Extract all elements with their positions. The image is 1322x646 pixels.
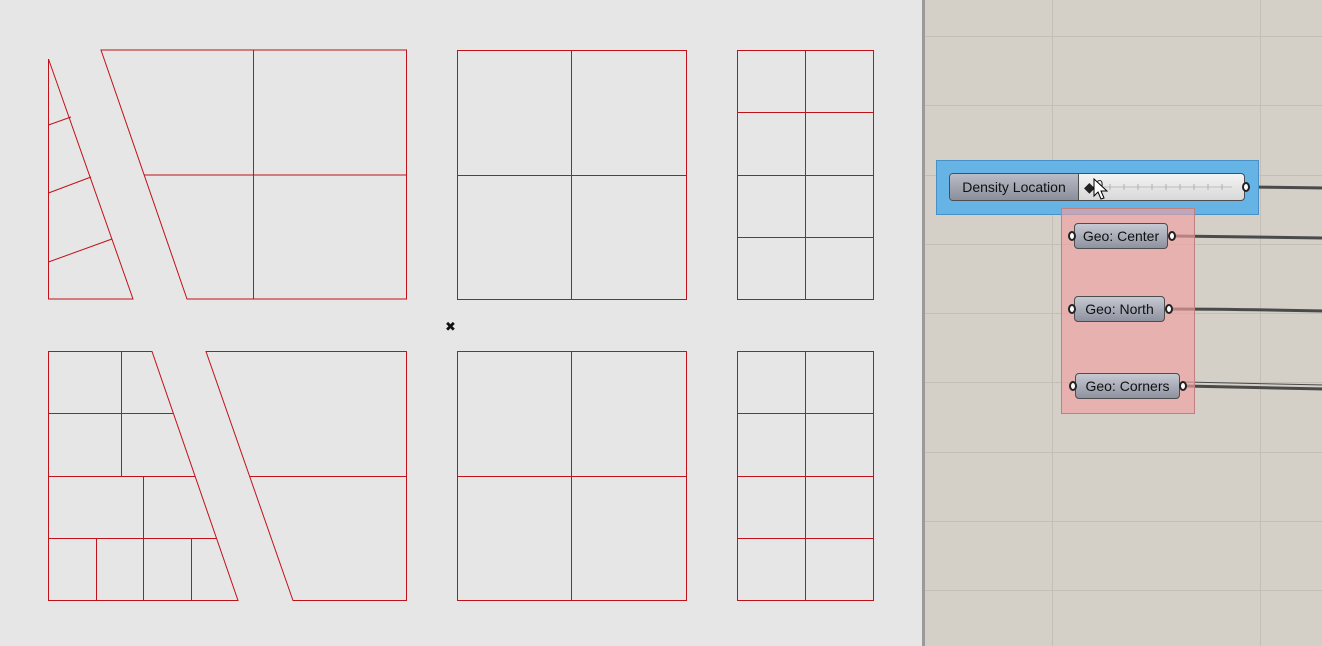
geo-corners-input-port[interactable]	[1069, 381, 1077, 391]
top-right-plot	[737, 50, 874, 300]
top-middle-plot	[457, 50, 687, 300]
param-geo-center[interactable]: Geo: Center	[1074, 223, 1168, 249]
bottom-middle-plot	[457, 351, 687, 601]
top-left-plot	[48, 49, 407, 300]
bottom-left-plot	[48, 351, 407, 601]
param-geo-north[interactable]: Geo: North	[1074, 296, 1165, 322]
wire-center-out	[1173, 234, 1322, 240]
bottom-right-plot	[737, 351, 874, 601]
geo-center-output-port[interactable]	[1168, 231, 1176, 241]
wire-corners-out	[1184, 384, 1322, 391]
rhino-viewport[interactable]: ✖	[0, 0, 922, 646]
geo-north-input-port[interactable]	[1068, 304, 1076, 314]
geo-corners-output-port[interactable]	[1179, 381, 1187, 391]
slider-label: Density Location	[950, 174, 1079, 200]
geo-center-input-port[interactable]	[1068, 231, 1076, 241]
origin-marker-icon: ✖	[445, 320, 456, 335]
grasshopper-canvas[interactable]: Density Location ◆ 0 Geo: Center Geo: No…	[922, 0, 1322, 646]
slider-grip-icon[interactable]: ◆	[1084, 178, 1095, 196]
slider-output-port[interactable]	[1242, 182, 1250, 192]
geo-north-output-port[interactable]	[1165, 304, 1173, 314]
param-geo-corners[interactable]: Geo: Corners	[1075, 373, 1180, 399]
mouse-cursor-icon	[1093, 178, 1109, 200]
viewport-drawing: ✖	[48, 49, 874, 601]
